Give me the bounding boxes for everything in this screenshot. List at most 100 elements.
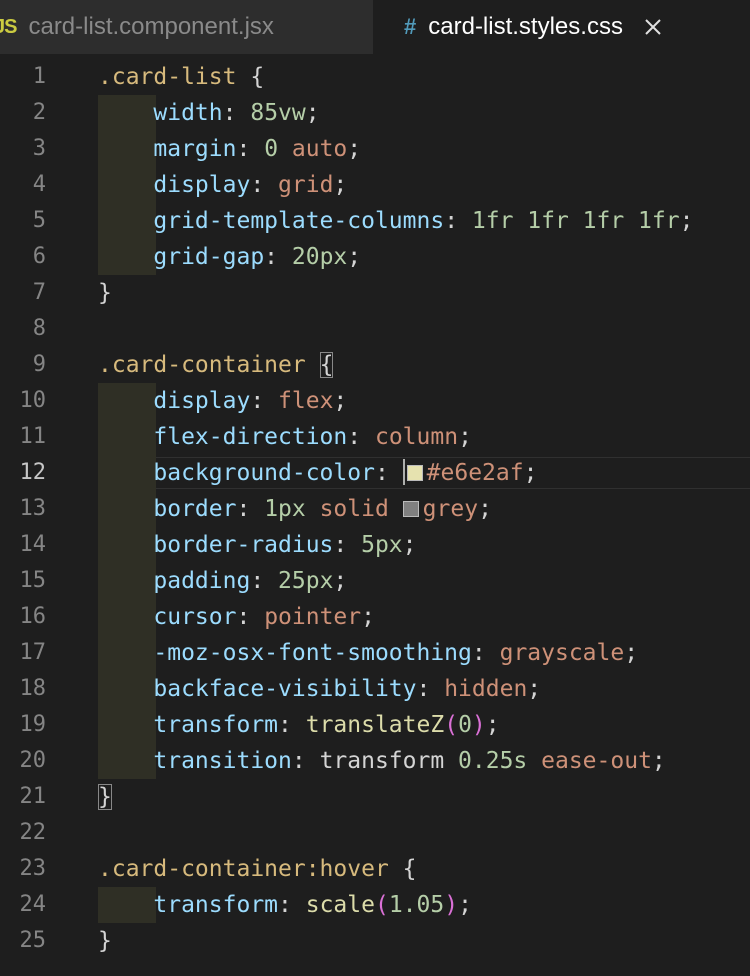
color-swatch-icon[interactable] bbox=[406, 465, 423, 481]
line-number: 10 bbox=[19, 388, 47, 413]
line-number: 24 bbox=[19, 892, 47, 917]
code-token: grayscale bbox=[499, 640, 625, 666]
code-line[interactable]: 19 transform: translateZ(0); bbox=[0, 707, 750, 743]
line-number: 9 bbox=[32, 352, 46, 377]
line-number: 8 bbox=[32, 316, 46, 341]
code-token: ; bbox=[523, 460, 538, 486]
color-swatch-icon[interactable] bbox=[402, 501, 419, 517]
code-token: 25px bbox=[278, 568, 334, 594]
tab-label: card-list.styles.css bbox=[428, 13, 623, 40]
tab-card-list-component-jsx[interactable]: JS card-list.component.jsx bbox=[0, 0, 373, 54]
code-text: border-radius: 5px; bbox=[98, 527, 416, 563]
code-line[interactable]: 10 display: flex; bbox=[0, 383, 750, 419]
code-text: .card-container { bbox=[98, 347, 334, 383]
code-line[interactable]: 22 bbox=[0, 815, 750, 851]
code-line[interactable]: 5 grid-template-columns: 1fr 1fr 1fr 1fr… bbox=[0, 203, 750, 239]
code-line[interactable]: 7} bbox=[0, 275, 750, 311]
code-token: cursor bbox=[153, 604, 237, 630]
line-number: 15 bbox=[19, 568, 47, 593]
code-token: ; bbox=[347, 244, 362, 270]
line-number: 17 bbox=[19, 640, 47, 665]
code-token: : bbox=[250, 388, 279, 414]
code-editor[interactable]: 1 .card-list {2 width: 85vw; 3 margin: 0 a… bbox=[0, 59, 750, 976]
line-number: 22 bbox=[19, 820, 47, 845]
code-line[interactable]: 21} bbox=[0, 779, 750, 815]
code-line[interactable]: 17 -moz-osx-font-smoothing: grayscale; bbox=[0, 635, 750, 671]
code-token: : bbox=[333, 532, 362, 558]
code-text: width: 85vw; bbox=[98, 95, 319, 131]
code-line[interactable]: 13 border: 1px solid grey; bbox=[0, 491, 750, 527]
line-number: 21 bbox=[19, 784, 47, 809]
code-text: backface-visibility: hidden; bbox=[98, 671, 541, 707]
code-line[interactable]: 16 cursor: pointer; bbox=[0, 599, 750, 635]
code-line[interactable]: 23 .card-container:hover { bbox=[0, 851, 750, 887]
tab-card-list-styles-css[interactable]: # card-list.styles.css bbox=[373, 0, 750, 54]
code-line[interactable]: 4 display: grid; bbox=[0, 167, 750, 203]
code-line[interactable]: 6 grid-gap: 20px; bbox=[0, 239, 750, 275]
text-cursor bbox=[402, 459, 405, 485]
code-token: 85vw bbox=[250, 100, 306, 126]
code-token: display bbox=[153, 388, 251, 414]
code-token: transition bbox=[153, 748, 292, 774]
code-token: ; bbox=[478, 496, 492, 522]
code-line[interactable]: 9 .card-container { bbox=[0, 347, 750, 383]
code-token: : bbox=[236, 604, 265, 630]
code-text: transition: transform 0.25s ease-out; bbox=[98, 743, 665, 779]
code-token: grid bbox=[278, 172, 334, 198]
editor-tab-bar: JS card-list.component.jsx # card-list.s… bbox=[0, 0, 750, 54]
line-number: 23 bbox=[19, 856, 47, 881]
code-line[interactable]: 15 padding: 25px; bbox=[0, 563, 750, 599]
code-token: ( bbox=[374, 892, 389, 918]
code-token: solid bbox=[319, 496, 403, 522]
code-token: width bbox=[153, 100, 223, 126]
code-token: : bbox=[444, 208, 472, 234]
code-token: -moz-osx-font-smoothing bbox=[153, 640, 472, 666]
code-text: display: grid; bbox=[98, 167, 347, 203]
code-token: { bbox=[402, 856, 417, 882]
code-token: 1px bbox=[264, 496, 320, 522]
code-token: border bbox=[153, 496, 237, 522]
code-token: scale bbox=[305, 892, 375, 918]
line-number: 11 bbox=[19, 424, 47, 449]
code-token: } bbox=[98, 784, 112, 810]
code-line[interactable]: 8 bbox=[0, 311, 750, 347]
code-line[interactable]: 11 flex-direction: column; bbox=[0, 419, 750, 455]
code-line[interactable]: 14 border-radius: 5px; bbox=[0, 527, 750, 563]
code-token: pointer bbox=[264, 604, 362, 630]
code-line[interactable]: 12 background-color: #e6e2af; bbox=[0, 455, 750, 491]
code-token: auto bbox=[291, 136, 348, 162]
code-line[interactable]: 1 .card-list { bbox=[0, 59, 750, 95]
code-token: ; bbox=[624, 640, 639, 666]
code-line[interactable]: 25} bbox=[0, 923, 750, 959]
code-token: ; bbox=[333, 568, 348, 594]
code-token: 0 bbox=[264, 136, 292, 162]
code-token: : bbox=[236, 496, 265, 522]
code-token: grey bbox=[422, 496, 479, 522]
code-token: ) bbox=[471, 712, 486, 738]
code-token: { bbox=[250, 64, 265, 90]
code-token: { bbox=[319, 352, 334, 378]
code-line[interactable]: 24 transform: scale(1.05); bbox=[0, 887, 750, 923]
line-number: 13 bbox=[19, 496, 47, 521]
code-line[interactable]: 3 margin: 0 auto; bbox=[0, 131, 750, 167]
code-line[interactable]: 18 backface-visibility: hidden; bbox=[0, 671, 750, 707]
code-token: flex bbox=[278, 388, 334, 414]
code-text: flex-direction: column; bbox=[98, 419, 472, 455]
line-number: 1 bbox=[32, 64, 46, 89]
code-token: backface-visibility bbox=[153, 676, 417, 702]
code-text: border: 1px solid grey; bbox=[98, 491, 492, 527]
line-number: 4 bbox=[32, 172, 46, 197]
code-text: grid-template-columns: 1fr 1fr 1fr 1fr; bbox=[98, 203, 693, 239]
code-line[interactable]: 20 transition: transform 0.25s ease-out; bbox=[0, 743, 750, 779]
code-line[interactable]: 2 width: 85vw; bbox=[0, 95, 750, 131]
line-number: 12 bbox=[19, 460, 47, 485]
code-text: } bbox=[98, 275, 112, 311]
javascript-file-icon: JS bbox=[0, 15, 17, 38]
code-token: grid-gap bbox=[153, 244, 265, 270]
code-token: 20px bbox=[291, 244, 348, 270]
close-icon[interactable] bbox=[643, 17, 663, 37]
code-token: ; bbox=[458, 892, 472, 918]
code-token: 1.05 bbox=[388, 892, 445, 918]
code-token: ; bbox=[458, 424, 472, 450]
code-token: : bbox=[236, 136, 265, 162]
